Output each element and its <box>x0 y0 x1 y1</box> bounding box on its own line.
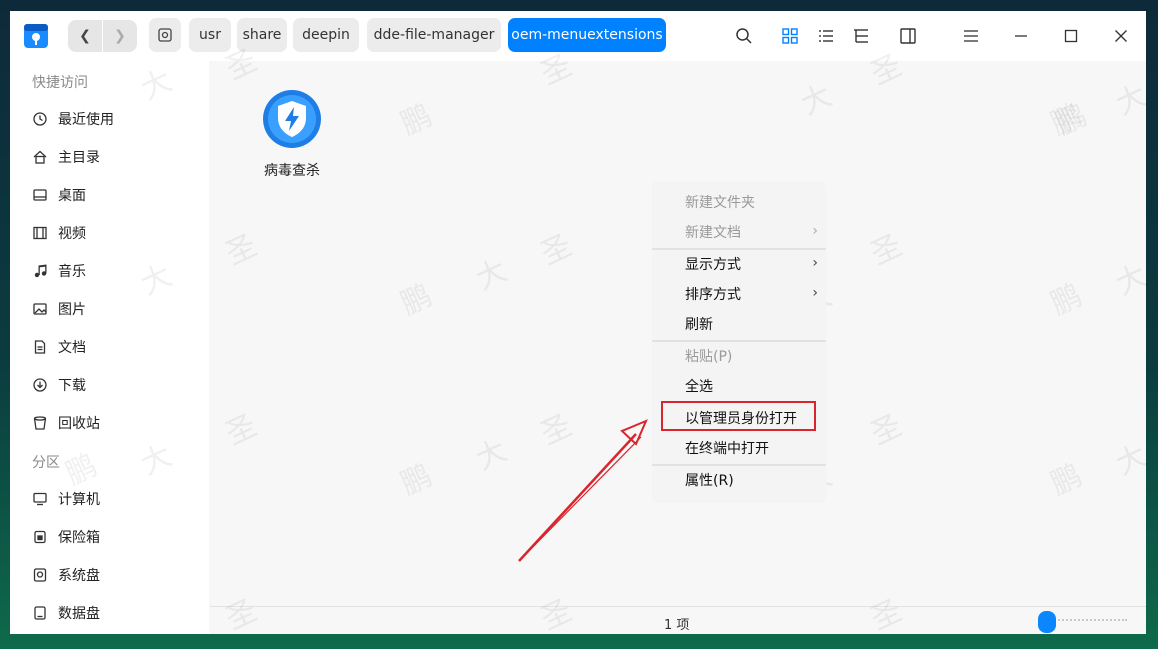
sidebar-item-label: 计算机 <box>58 492 100 508</box>
computer-icon <box>32 491 48 507</box>
chevron-right-icon: ❯ <box>114 28 126 44</box>
chevron-left-icon: ❮ <box>79 28 91 44</box>
menu-item-new-folder[interactable]: 新建文件夹 <box>685 193 755 213</box>
sidebar-item-data-disk[interactable]: 数据盘 <box>32 601 100 625</box>
sidebar-item-label: 系统盘 <box>58 568 100 584</box>
shield-lightning-icon <box>261 88 323 150</box>
menu-item-view-mode[interactable]: 显示方式 <box>685 255 741 275</box>
sidebar-item-label: 视频 <box>58 226 86 242</box>
close-icon[interactable] <box>1111 26 1131 46</box>
sidebar-item-trash[interactable]: 回收站 <box>32 411 100 435</box>
menu-separator <box>652 464 826 466</box>
sidebar-item-label: 文档 <box>58 340 86 356</box>
sidebar: 快捷访问 最近使用 主目录 桌面 视频 音乐 图片 文档 下载 回收站 分区 计… <box>10 61 209 634</box>
chevron-right-icon: › <box>812 223 818 239</box>
breadcrumb-share[interactable]: share <box>237 18 287 52</box>
sidebar-item-label: 桌面 <box>58 188 86 204</box>
document-icon <box>32 339 48 355</box>
film-icon <box>32 225 48 241</box>
back-button[interactable]: ❮ <box>68 20 102 52</box>
maximize-icon[interactable] <box>1061 26 1081 46</box>
image-icon <box>32 301 48 317</box>
trash-icon <box>32 415 48 431</box>
lock-icon <box>32 529 48 545</box>
sidebar-item-label: 最近使用 <box>58 112 114 128</box>
list-view-icon[interactable] <box>816 26 836 46</box>
sidebar-item-downloads[interactable]: 下载 <box>32 373 86 397</box>
zoom-slider-handle[interactable] <box>1038 611 1056 633</box>
menu-separator <box>652 248 826 250</box>
desktop-icon <box>32 187 48 203</box>
menu-separator <box>652 340 826 342</box>
sidebar-item-music[interactable]: 音乐 <box>32 259 86 283</box>
quick-access-header: 快捷访问 <box>32 75 88 91</box>
sidebar-item-label: 图片 <box>58 302 86 318</box>
breadcrumb-oem-menuextensions[interactable]: oem-menuextensions <box>508 18 666 52</box>
sidebar-item-label: 数据盘 <box>58 606 100 622</box>
breadcrumb-usr[interactable]: usr <box>189 18 231 52</box>
menu-icon[interactable] <box>961 26 981 46</box>
file-manager-logo-icon <box>21 20 51 50</box>
partition-header: 分区 <box>32 455 60 471</box>
title-bar: ❮ ❯ usr share deepin dde-file-manager oe… <box>10 11 1146 61</box>
forward-button[interactable]: ❯ <box>103 20 137 52</box>
sidebar-item-label: 下载 <box>58 378 86 394</box>
sidebar-item-documents[interactable]: 文档 <box>32 335 86 359</box>
sidebar-item-computer[interactable]: 计算机 <box>32 487 100 511</box>
system-disk-icon <box>32 567 48 583</box>
menu-item-open-in-terminal[interactable]: 在终端中打开 <box>685 439 769 459</box>
file-name: 病毒查杀 <box>264 163 320 179</box>
file-item[interactable]: 病毒查杀 <box>250 88 334 180</box>
file-manager-window: ❮ ❯ usr share deepin dde-file-manager oe… <box>10 11 1146 634</box>
tree-view-icon[interactable] <box>851 26 871 46</box>
menu-item-properties[interactable]: 属性(R) <box>685 471 734 491</box>
data-disk-icon <box>32 605 48 621</box>
chevron-right-icon: › <box>812 285 818 301</box>
menu-item-paste[interactable]: 粘贴(P) <box>685 347 732 367</box>
download-icon <box>32 377 48 393</box>
sidebar-item-videos[interactable]: 视频 <box>32 221 86 245</box>
item-count: 1 项 <box>664 618 690 633</box>
status-bar: 1 项 <box>210 606 1146 634</box>
breadcrumb-deepin[interactable]: deepin <box>293 18 359 52</box>
sidebar-item-system-disk[interactable]: 系统盘 <box>32 563 100 587</box>
menu-item-refresh[interactable]: 刷新 <box>685 315 713 335</box>
clock-icon <box>32 111 48 127</box>
menu-item-select-all[interactable]: 全选 <box>685 377 713 397</box>
music-note-icon <box>32 263 48 279</box>
menu-item-sort-by[interactable]: 排序方式 <box>685 285 741 305</box>
chevron-right-icon: › <box>812 255 818 271</box>
sidebar-item-desktop[interactable]: 桌面 <box>32 183 86 207</box>
minimize-icon[interactable] <box>1011 26 1031 46</box>
sidebar-item-label: 保险箱 <box>58 530 100 546</box>
search-icon[interactable] <box>734 26 754 46</box>
icon-view-icon[interactable] <box>780 26 800 46</box>
home-icon <box>32 149 48 165</box>
sidebar-item-vault[interactable]: 保险箱 <box>32 525 100 549</box>
breadcrumb-dde-file-manager[interactable]: dde-file-manager <box>367 18 501 52</box>
menu-item-new-document[interactable]: 新建文档 <box>685 223 741 243</box>
disk-icon <box>158 28 172 42</box>
sidebar-item-pictures[interactable]: 图片 <box>32 297 86 321</box>
sidebar-item-label: 主目录 <box>58 150 100 166</box>
sidebar-item-label: 音乐 <box>58 264 86 280</box>
detail-panel-icon[interactable] <box>898 26 918 46</box>
sidebar-item-label: 回收站 <box>58 416 100 432</box>
sidebar-item-recent[interactable]: 最近使用 <box>32 107 114 131</box>
context-menu: 新建文件夹 新建文档 › 显示方式 › 排序方式 › 刷新 粘贴(P) 全选 以… <box>652 181 826 503</box>
breadcrumb-root-disk[interactable] <box>149 18 181 52</box>
annotation-highlight-box <box>661 401 816 431</box>
sidebar-item-home[interactable]: 主目录 <box>32 145 100 169</box>
